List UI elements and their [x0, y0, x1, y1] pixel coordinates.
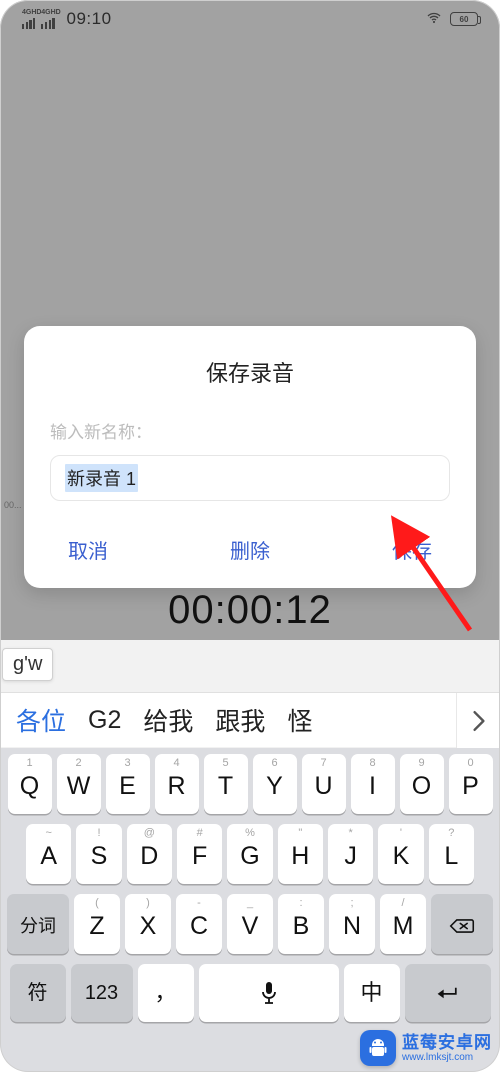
candidate-item[interactable]: G2 [88, 706, 121, 735]
key-w[interactable]: 2W [57, 754, 101, 814]
watermark: 蓝莓安卓网 www.lmksjt.com [360, 1030, 492, 1066]
key-j[interactable]: *J [328, 824, 373, 884]
battery-icon: 60 [450, 12, 478, 26]
cancel-button[interactable]: 取消 [68, 535, 108, 564]
watermark-name: 蓝莓安卓网 [402, 1034, 492, 1051]
pinyin-composition: g'w [2, 648, 53, 681]
backspace-key[interactable] [431, 894, 493, 954]
candidate-item[interactable]: 各位 [16, 702, 66, 738]
key-u[interactable]: 7U [302, 754, 346, 814]
key-o[interactable]: 9O [400, 754, 444, 814]
soft-keyboard: 1Q2W3E4R5T6Y7U8I9O0P ~A!S@D#F%G"H*J'K?L … [0, 748, 500, 1072]
delete-button[interactable]: 删除 [230, 535, 270, 564]
candidate-item[interactable]: 给我 [143, 702, 193, 738]
key-b[interactable]: :B [278, 894, 324, 954]
key-符[interactable]: 符 [10, 964, 66, 1022]
key-g[interactable]: %G [227, 824, 272, 884]
key-r[interactable]: 4R [155, 754, 199, 814]
key-y[interactable]: 6Y [253, 754, 297, 814]
candidate-bar: 各位 G2 给我 跟我 怪 [0, 692, 500, 747]
waveform-tick: 00... [4, 500, 22, 510]
key-h[interactable]: "H [278, 824, 323, 884]
key-c[interactable]: -C [176, 894, 222, 954]
save-button[interactable]: 保存 [392, 535, 432, 564]
key-v[interactable]: _V [227, 894, 273, 954]
key-k[interactable]: 'K [378, 824, 423, 884]
key-l[interactable]: ?L [429, 824, 474, 884]
key-i[interactable]: 8I [351, 754, 395, 814]
expand-candidates-button[interactable] [456, 693, 500, 748]
signal-2-icon: 4GHD [41, 17, 54, 29]
key-f[interactable]: #F [177, 824, 222, 884]
key-p[interactable]: 0P [449, 754, 493, 814]
watermark-url: www.lmksjt.com [402, 1053, 492, 1063]
watermark-logo-icon [360, 1030, 396, 1066]
save-recording-dialog: 保存录音 输入新名称： 新录音 1 取消 删除 保存 [24, 326, 476, 588]
dialog-title: 保存录音 [50, 356, 450, 388]
key-z[interactable]: (Z [74, 894, 120, 954]
candidate-item[interactable]: 怪 [287, 702, 312, 738]
recording-name-input[interactable]: 新录音 1 [50, 455, 450, 501]
enter-key[interactable] [405, 964, 491, 1022]
key-e[interactable]: 3E [106, 754, 150, 814]
signal-1-icon: 4GHD [22, 17, 35, 29]
key-n[interactable]: ;N [329, 894, 375, 954]
key-t[interactable]: 5T [204, 754, 248, 814]
key-q[interactable]: 1Q [8, 754, 52, 814]
key-a[interactable]: ~A [26, 824, 71, 884]
key-m[interactable]: /M [380, 894, 426, 954]
clock: 09:10 [67, 9, 112, 29]
space-mic-key[interactable] [199, 964, 339, 1022]
key-x[interactable]: )X [125, 894, 171, 954]
key-分词[interactable]: 分词 [7, 894, 69, 954]
dialog-input-label: 输入新名称： [50, 418, 450, 443]
key-中[interactable]: 中 [344, 964, 400, 1022]
candidate-item[interactable]: 跟我 [215, 702, 265, 738]
status-bar: 4GHD 4GHD 09:10 60 [0, 0, 500, 34]
key-123[interactable]: 123 [71, 964, 133, 1022]
wifi-icon [426, 10, 442, 29]
key-，[interactable]: ， [138, 964, 194, 1022]
key-d[interactable]: @D [127, 824, 172, 884]
key-s[interactable]: !S [76, 824, 121, 884]
recording-timer: 00:00:12 [0, 588, 500, 633]
